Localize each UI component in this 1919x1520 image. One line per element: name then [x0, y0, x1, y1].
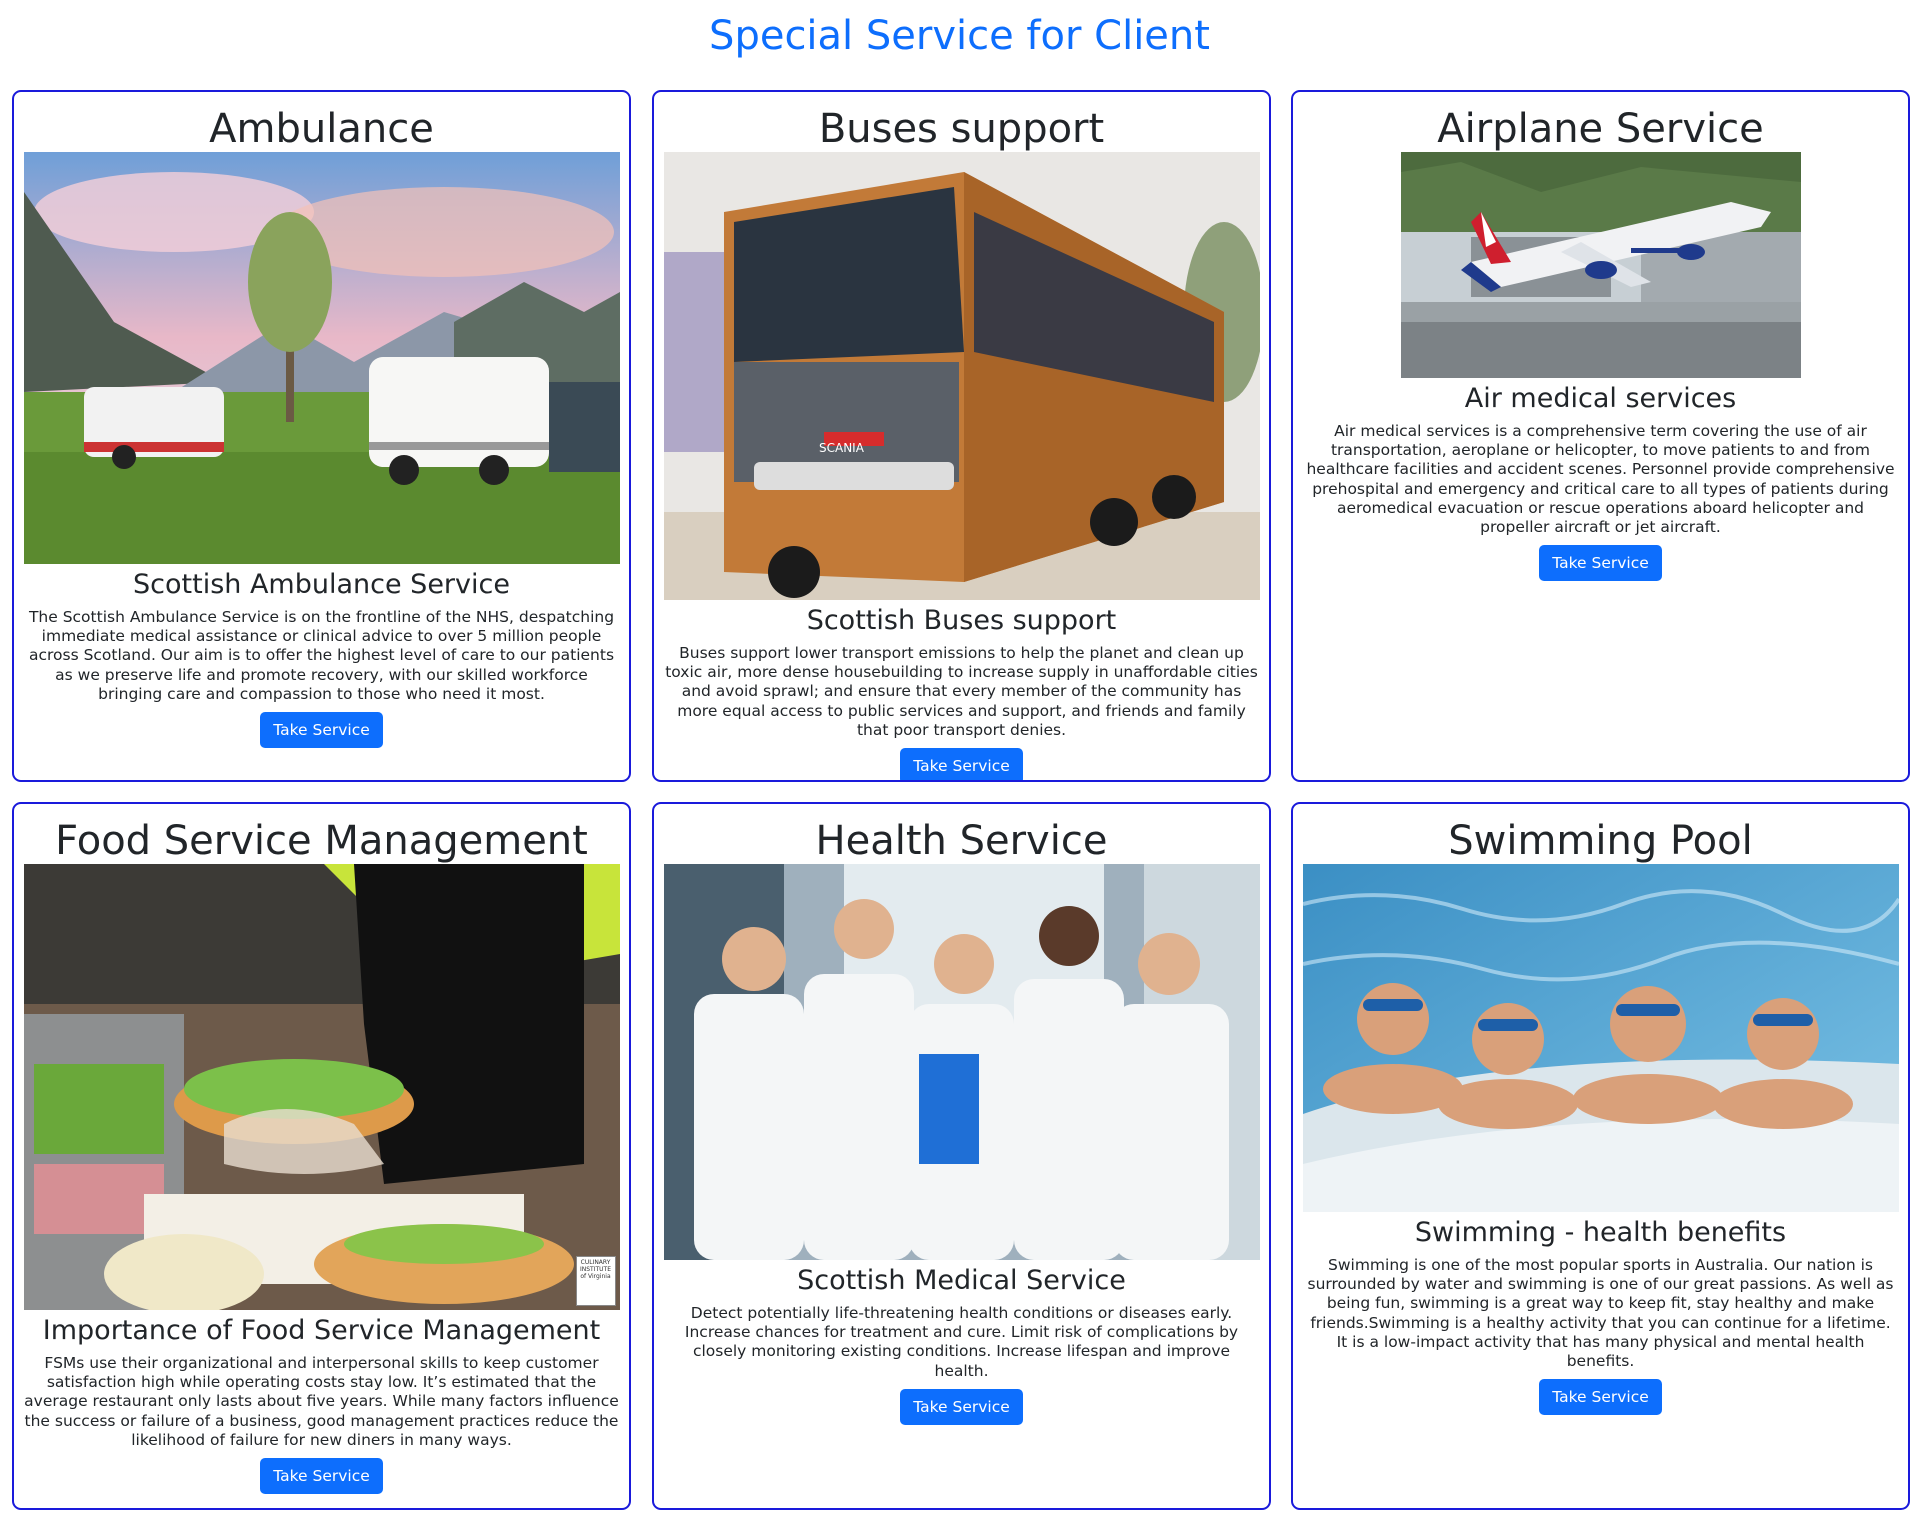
take-service-button[interactable]: Take Service — [260, 1458, 383, 1495]
card-subtitle: Scottish Ambulance Service — [133, 569, 510, 600]
card-subtitle: Swimming - health benefits — [1414, 1217, 1787, 1248]
card-image-campervans — [23, 152, 620, 564]
take-service-button[interactable]: Take Service — [900, 1388, 1023, 1425]
card-subtitle: Air medical services — [1464, 383, 1737, 414]
service-card-swimming: Swimming Pool Swimming - health benefits… — [1291, 802, 1910, 1510]
card-image-sandwich: CULINARY INSTITUTE of Virginia — [23, 864, 620, 1310]
card-title: Health Service — [815, 818, 1108, 864]
service-card-buses: Buses support SCANIA Scottish Buses supp… — [652, 90, 1271, 782]
service-card-food: Food Service Management CULINARY INSTITU… — [12, 802, 631, 1510]
take-service-button[interactable]: Take Service — [900, 748, 1023, 780]
card-title: Buses support — [818, 106, 1105, 152]
card-title: Airplane Service — [1437, 106, 1764, 152]
svg-text:SCANIA: SCANIA — [819, 441, 865, 455]
take-service-button[interactable]: Take Service — [1539, 545, 1662, 582]
take-service-button[interactable]: Take Service — [260, 712, 383, 749]
take-service-button[interactable]: Take Service — [1539, 1379, 1662, 1416]
card-title: Ambulance — [209, 106, 434, 152]
card-subtitle: Importance of Food Service Management — [42, 1315, 601, 1346]
card-description: The Scottish Ambulance Service is on the… — [28, 608, 615, 703]
card-image-pool-kids — [1302, 864, 1899, 1212]
card-image-medical-team — [663, 864, 1260, 1260]
service-card-health: Health Service Scottish Medical Service … — [652, 802, 1271, 1510]
card-subtitle: Scottish Medical Service — [797, 1265, 1126, 1296]
card-description: FSMs use their organizational and interp… — [24, 1354, 619, 1449]
card-title: Swimming Pool — [1448, 818, 1753, 864]
card-description: Swimming is one of the most popular spor… — [1307, 1256, 1894, 1371]
card-image-bus: SCANIA — [663, 152, 1260, 600]
service-card-ambulance: Ambulance Scottish Ambulance Service The… — [12, 90, 631, 782]
card-subtitle: Scottish Buses support — [806, 605, 1117, 636]
card-description: Detect potentially life-threatening heal… — [684, 1304, 1239, 1380]
card-description: Buses support lower transport emissions … — [665, 644, 1258, 739]
card-title: Food Service Management — [55, 818, 588, 864]
card-description: Air medical services is a comprehensive … — [1306, 422, 1895, 537]
culinary-institute-logo: CULINARY INSTITUTE of Virginia — [575, 1256, 616, 1306]
page-title: Special Service for Client — [709, 13, 1210, 59]
service-card-airplane: Airplane Service Air medical services Ai… — [1291, 90, 1910, 782]
card-image-airplane — [1400, 152, 1801, 378]
